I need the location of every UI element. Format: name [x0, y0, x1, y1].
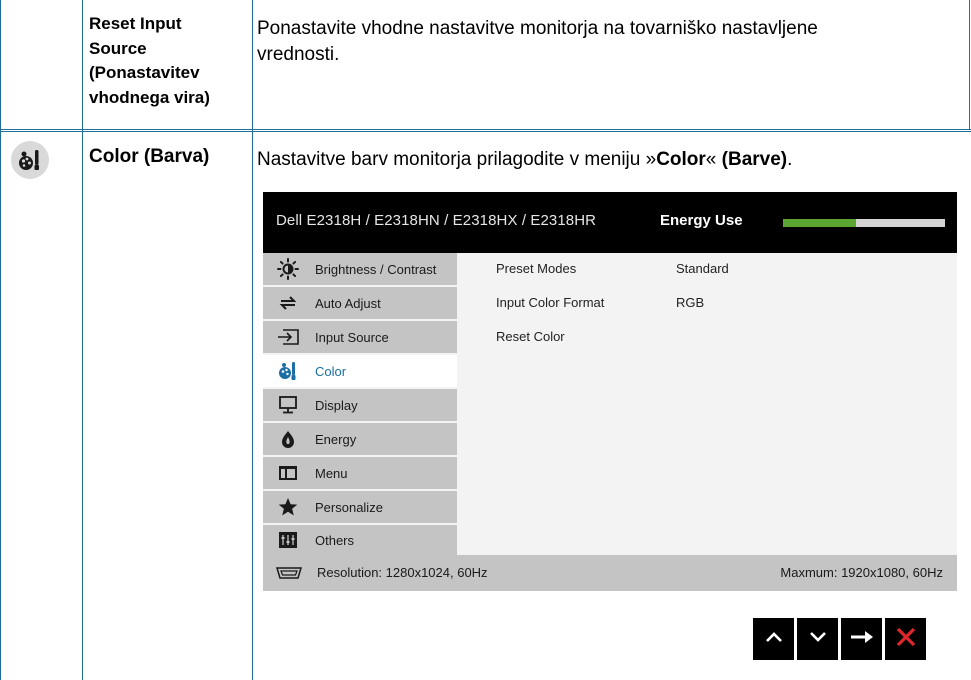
menu-item-personalize[interactable]: Personalize [263, 491, 457, 523]
menu-item-input-source[interactable]: Input Source [263, 321, 457, 353]
up-button[interactable] [753, 618, 794, 660]
auto-adjust-icon [275, 293, 301, 313]
menu-icon [275, 463, 301, 483]
menu-item-menu[interactable]: Menu [263, 457, 457, 489]
desc-text: Nastavitve barv monitorja prilagodite v … [257, 149, 657, 170]
menu-item-label: Others [315, 532, 355, 548]
osd-menu: Dell E2318H / E2318HN / E2318HX / E2318H… [263, 192, 957, 591]
table-border-left [0, 0, 1, 680]
desc-text: « [705, 149, 722, 170]
submenu-preset-modes[interactable]: Preset Modes [496, 261, 576, 276]
osd-model-title: Dell E2318H / E2318HN / E2318HX / E2318H… [276, 212, 597, 229]
chevron-down-icon [809, 630, 827, 648]
menu-item-label: Personalize [315, 499, 383, 515]
menu-item-label: Brightness / Contrast [315, 261, 437, 277]
vga-connector-icon [275, 564, 303, 582]
preset-modes-value: Standard [676, 261, 729, 276]
input-color-format-value: RGB [676, 295, 705, 310]
menu-item-others[interactable]: Others [263, 525, 457, 555]
down-button[interactable] [797, 618, 838, 660]
row-color-name: Color (Barva) [89, 145, 251, 170]
others-icon [275, 530, 301, 550]
menu-item-label: Input Source [315, 329, 389, 345]
color-row-title: Color (Barva) [89, 146, 210, 167]
submenu-input-color-format[interactable]: Input Color Format [496, 295, 604, 310]
color-icon [275, 361, 301, 381]
desc-text: . [787, 149, 793, 170]
arrow-right-icon [850, 630, 874, 649]
table-border-col1 [82, 0, 83, 680]
menu-item-auto-adjust[interactable]: Auto Adjust [263, 287, 457, 319]
color-palette-icon [11, 141, 49, 179]
submenu-reset-color[interactable]: Reset Color [496, 329, 565, 344]
menu-item-label: Energy [315, 431, 357, 447]
name-line: Reset Input [89, 14, 182, 33]
name-line: vhodnega vira) [89, 87, 210, 107]
maximum-resolution-text: Maxmum: 1920x1080, 60Hz [780, 565, 943, 580]
row-reset-input-description: Ponastavite vhodne nastavitve monitorja … [257, 16, 969, 68]
menu-item-energy[interactable]: Energy [263, 423, 457, 455]
energy-use-bar [783, 219, 945, 227]
input-source-icon [275, 327, 301, 347]
energy-use-fill [783, 219, 856, 227]
osd-footer: Resolution: 1280x1024, 60Hz Maxmum: 1920… [263, 555, 957, 591]
desc-bold-barve: (Barve) [721, 149, 788, 170]
menu-item-brightness-contrast[interactable]: Brightness / Contrast [263, 253, 457, 285]
energy-use-label: Energy Use [660, 212, 743, 229]
table-border-col2 [252, 0, 253, 680]
desc-line: Ponastavite vhodne nastavitve monitorja … [257, 18, 818, 39]
menu-item-display[interactable]: Display [263, 389, 457, 421]
table-border-right [969, 0, 970, 130]
row-divider-2 [0, 131, 971, 132]
display-icon [275, 395, 301, 415]
menu-item-label: Menu [315, 465, 348, 481]
menu-item-color[interactable]: Color [263, 355, 457, 387]
chevron-up-icon [765, 630, 783, 648]
name-line: Source [89, 38, 147, 58]
energy-icon [275, 429, 301, 449]
menu-item-label: Auto Adjust [315, 295, 381, 311]
exit-button[interactable] [885, 618, 926, 660]
enter-button[interactable] [841, 618, 882, 660]
star-icon [275, 497, 301, 517]
row-color-description: Nastavitve barv monitorja prilagodite v … [257, 147, 969, 173]
brightness-icon [275, 258, 301, 280]
row-divider [0, 129, 971, 130]
row-reset-input-name: Reset Input Source (Ponastavitev vhodneg… [89, 12, 251, 110]
name-line: (Ponastavitev [89, 63, 200, 82]
osd-body: Brightness / Contrast Auto Adjust Input … [263, 253, 957, 555]
menu-item-label: Color [315, 363, 347, 379]
close-icon [896, 627, 916, 652]
desc-line: vrednosti. [257, 44, 340, 65]
osd-header: Dell E2318H / E2318HN / E2318HX / E2318H… [263, 192, 957, 253]
menu-item-label: Display [315, 397, 358, 413]
desc-bold-color: Color [656, 149, 706, 170]
resolution-text: Resolution: 1280x1024, 60Hz [317, 565, 488, 580]
